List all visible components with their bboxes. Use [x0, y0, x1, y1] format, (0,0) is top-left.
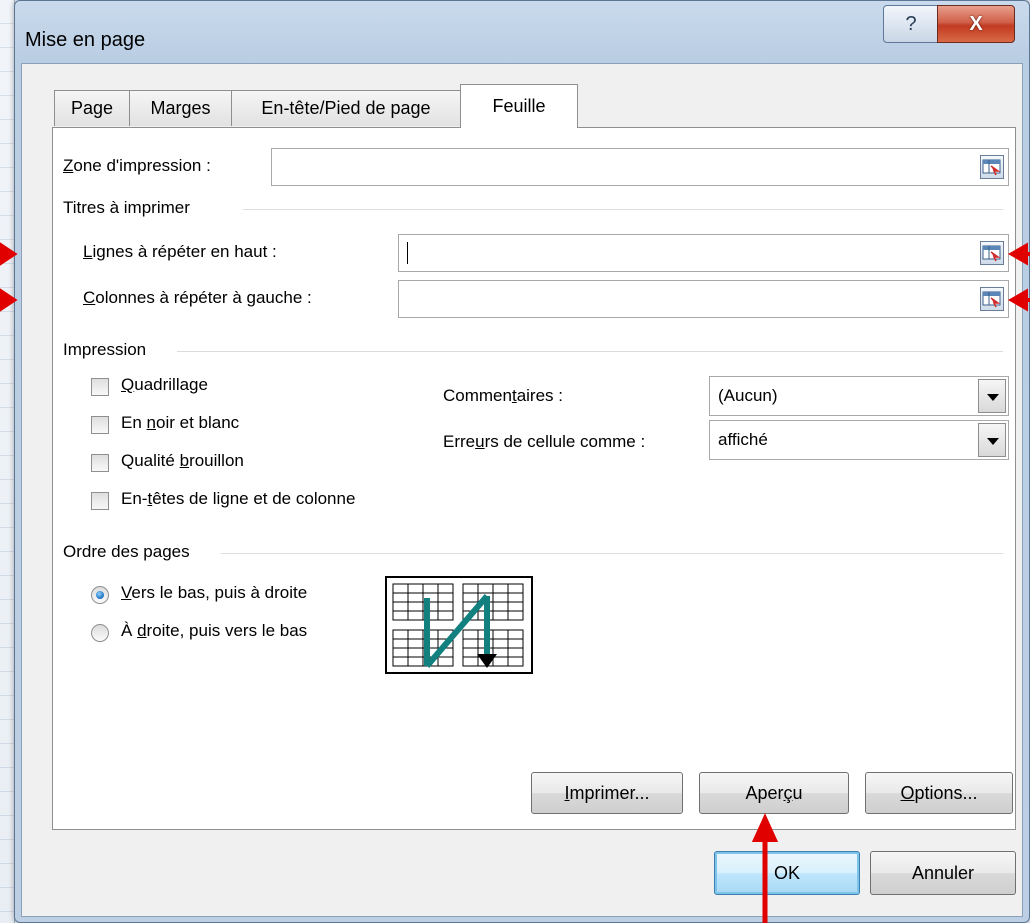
annotation-arrow-up-preview — [751, 813, 779, 923]
annotation-overlay — [0, 242, 1030, 923]
tab-sheet[interactable]: Feuille — [460, 84, 578, 128]
annotation-arrow-right-rows — [1007, 242, 1030, 266]
annotation-arrow-right-cols — [1007, 288, 1030, 312]
annotation-arrow-left-cols — [0, 288, 18, 312]
annotation-arrow-left-rows — [0, 242, 18, 266]
